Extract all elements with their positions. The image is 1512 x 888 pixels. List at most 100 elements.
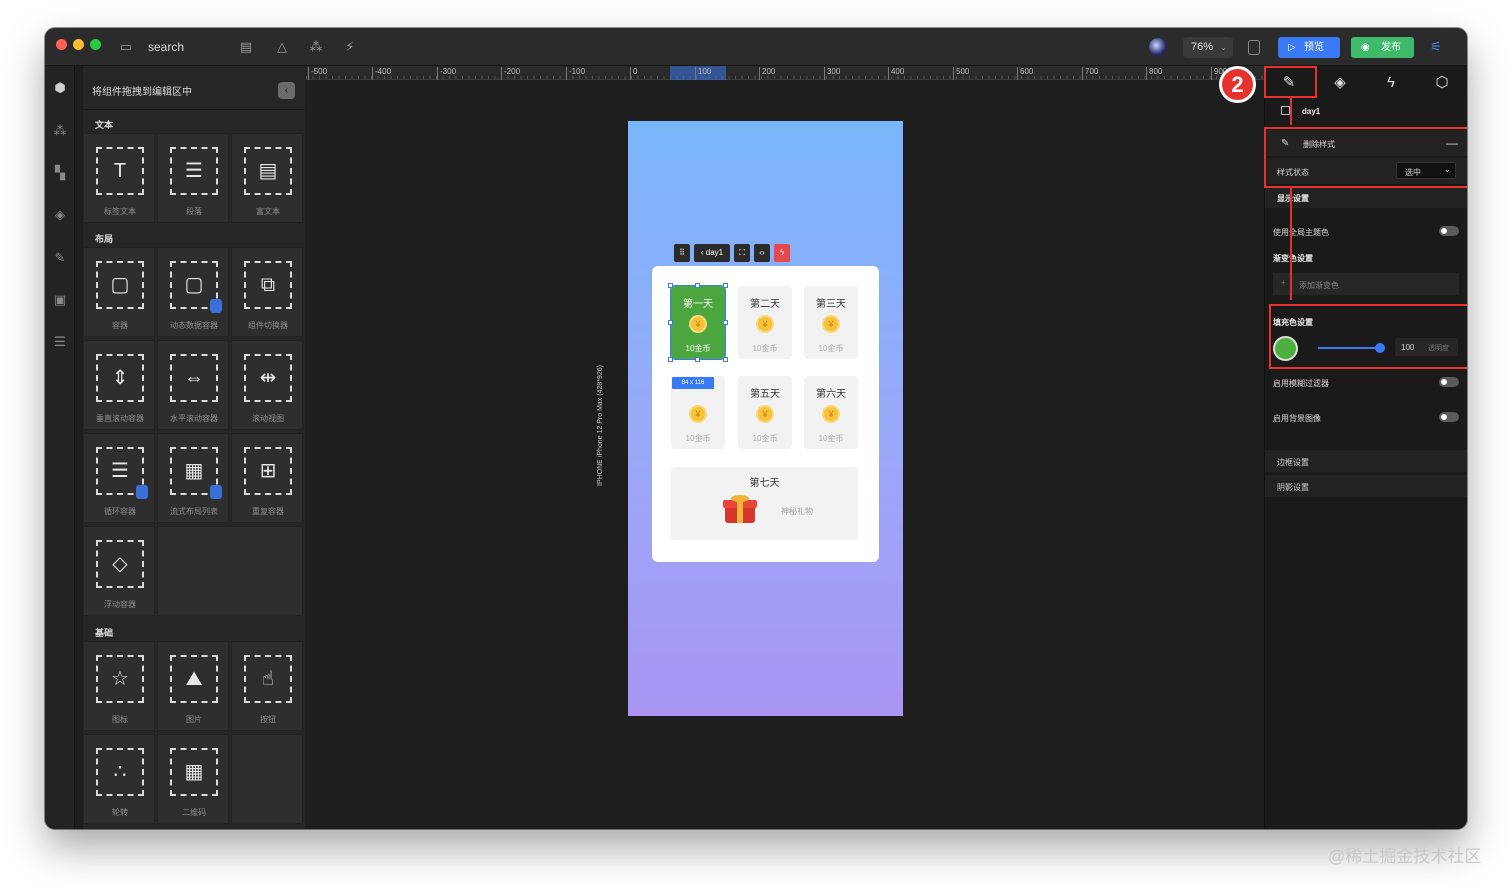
blur-filter-toggle[interactable] [1439, 377, 1459, 387]
bolt-icon[interactable]: ϟ [774, 244, 790, 262]
tab-lightning-icon[interactable]: ϟ [1367, 71, 1415, 95]
add-gradient-button[interactable]: + 添加渐变色 [1273, 273, 1459, 295]
day-card-2[interactable]: 第二天 ¥ 10金币 [738, 286, 792, 359]
scroll-view-icon: ⇹ [244, 354, 292, 402]
component-button[interactable]: ☝ 按钮 [231, 641, 303, 731]
device-icon[interactable] [1248, 40, 1260, 55]
triangle-icon[interactable]: △ [273, 38, 291, 56]
component-label: 图标 [112, 715, 128, 724]
list-icon[interactable]: ☰ [52, 334, 68, 350]
component-horizontal-scroll[interactable]: ⇔ 水平滚动容器 [157, 340, 229, 430]
publish-button[interactable]: ◉ 发布 [1351, 37, 1414, 58]
size-badge: 84 x 116 [672, 377, 714, 389]
document-icon[interactable]: ▤ [237, 38, 255, 56]
component-flow-list[interactable]: ▦ 流式布局列表 [157, 433, 229, 523]
display-settings-header[interactable]: 显示设置 [1265, 186, 1467, 208]
border-settings-header[interactable]: 边框设置 [1265, 450, 1467, 472]
day-card-1[interactable]: 第一天 ¥ 10金币 [668, 283, 728, 362]
pointer-hand-icon: ☝ [244, 655, 292, 703]
title-bar: ▭ search ▤ △ ⁂ ⚡ 76% ⌄ ▷ 预览 ◉ 发布 ⚟ [45, 28, 1467, 66]
resize-handle[interactable] [668, 357, 673, 362]
shadow-settings-header[interactable]: 阴影设置 [1265, 475, 1467, 497]
resize-handle[interactable] [723, 283, 728, 288]
resize-handle[interactable] [668, 320, 673, 325]
minimize-window-button[interactable] [73, 39, 84, 50]
resize-handle[interactable] [723, 357, 728, 362]
settings-sliders-icon[interactable]: ⚟ [1427, 38, 1445, 56]
section-title-text: 文本 [95, 120, 114, 130]
component-label-text[interactable]: T 标签文本 [83, 133, 155, 223]
code-icon[interactable]: ‹› [754, 244, 770, 262]
drag-handle-icon[interactable]: ⠿ [674, 244, 690, 262]
pin-icon[interactable]: ✎ [52, 250, 68, 266]
resize-handle[interactable] [695, 283, 700, 288]
left-icon-rail: ⬢ ⁂ ▚ ◈ ✎ ▣ ☰ [45, 66, 75, 829]
day-card-3[interactable]: 第三天 ¥ 10金币 [804, 286, 858, 359]
avatar[interactable] [1149, 38, 1167, 56]
component-label: 水平滚动容器 [170, 414, 218, 423]
bg-image-toggle[interactable] [1439, 412, 1459, 422]
tab-cube-icon[interactable]: ⬡ [1418, 71, 1466, 95]
ruler-tick: 200 [759, 67, 775, 80]
component-carousel[interactable]: ∴ 轮转 [83, 734, 155, 824]
component-loop-container[interactable]: ☰ 循环容器 [83, 433, 155, 523]
theme-color-toggle[interactable] [1439, 226, 1459, 236]
ruler-tick: 700 [1082, 67, 1098, 80]
editor-canvas[interactable]: -500 -400 -300 -200 -100 0 100 200 300 4… [306, 66, 1264, 829]
component-vertical-scroll[interactable]: ⇕ 垂直滚动容器 [83, 340, 155, 430]
component-switcher[interactable]: ⧉ 组件切换器 [231, 247, 303, 337]
cube-icon[interactable]: ⬢ [52, 80, 68, 96]
component-image[interactable]: ⛰ 图片 [157, 641, 229, 731]
day-card-6[interactable]: 第六天 ¥ 10金币 [804, 376, 858, 449]
checkbox-icon[interactable] [1281, 106, 1290, 115]
day-card-5[interactable]: 第五天 ¥ 10金币 [738, 376, 792, 449]
theme-color-label: 使用全局主题色 [1273, 228, 1329, 237]
sidebar-toggle-icon[interactable]: ▭ [117, 38, 135, 56]
repeat-container-icon: ⊞ [244, 447, 292, 495]
pages-icon[interactable]: ▣ [52, 292, 68, 308]
resize-handle[interactable] [723, 320, 728, 325]
layout-icon[interactable]: ▚ [52, 165, 68, 181]
resize-handle[interactable] [668, 283, 673, 288]
component-qrcode[interactable]: ▦ 二维码 [157, 734, 229, 824]
resize-handle[interactable] [695, 357, 700, 362]
component-paragraph[interactable]: ☰ 段落 [157, 133, 229, 223]
component-rich-text[interactable]: ▤ 富文本 [231, 133, 303, 223]
components-icon[interactable]: ⁂ [52, 123, 68, 139]
component-float-container[interactable]: ◇ 浮动容器 [83, 526, 155, 616]
component-icon[interactable]: ☆ 图标 [83, 641, 155, 731]
ruler-tick: 800 [1146, 67, 1162, 80]
cluster-icon[interactable]: ⁂ [307, 38, 325, 56]
tab-diamond-icon[interactable]: ◈ [1316, 71, 1364, 95]
layers-icon[interactable]: ◈ [52, 207, 68, 223]
ruler-tick: -500 [308, 67, 327, 80]
flash-icon[interactable]: ⚡ [341, 38, 359, 56]
parent-breadcrumb-button[interactable]: ‹ day1 [694, 244, 730, 262]
phone-artboard[interactable]: ⠿ ‹ day1 ⛶ ‹› ϟ 第一天 ¥ 10金币 第二天 ¥ 10金币 第三… [628, 121, 903, 716]
component-scroll-view[interactable]: ⇹ 滚动视图 [231, 340, 303, 430]
ruler-tick: -200 [501, 67, 520, 80]
fit-icon[interactable]: ⛶ [734, 244, 750, 262]
component-dynamic-container[interactable]: ▢ 动态数据容器 [157, 247, 229, 337]
day-title: 第五天 [750, 389, 780, 400]
component-container[interactable]: ▢ 容器 [83, 247, 155, 337]
blur-filter-row: 启用模糊过滤器 [1265, 372, 1467, 394]
component-repeat-container[interactable]: ⊞ 重复容器 [231, 433, 303, 523]
horizontal-scroll-icon: ⇔ [170, 354, 218, 402]
annotation-arrow-line [1290, 98, 1292, 125]
close-window-button[interactable] [56, 39, 67, 50]
collapse-panel-button[interactable]: ‹ [278, 82, 295, 99]
gradient-settings-header: 渐变色设置 [1265, 250, 1467, 268]
display-settings-label: 显示设置 [1277, 194, 1309, 203]
layer-row[interactable]: day1 [1265, 104, 1467, 120]
zoom-select[interactable]: 76% ⌄ [1183, 37, 1233, 58]
component-label: 滚动视图 [252, 414, 284, 423]
zoom-window-button[interactable] [90, 39, 101, 50]
search-label[interactable]: search [148, 40, 184, 54]
day-card-7[interactable]: 第七天 神秘礼物 [671, 467, 858, 540]
dynamic-container-icon: ▢ [170, 261, 222, 313]
component-label: 浮动容器 [104, 600, 136, 609]
loop-container-icon: ☰ [96, 447, 148, 499]
preview-button[interactable]: ▷ 预览 [1278, 37, 1340, 58]
component-label: 流式布局列表 [170, 507, 218, 516]
